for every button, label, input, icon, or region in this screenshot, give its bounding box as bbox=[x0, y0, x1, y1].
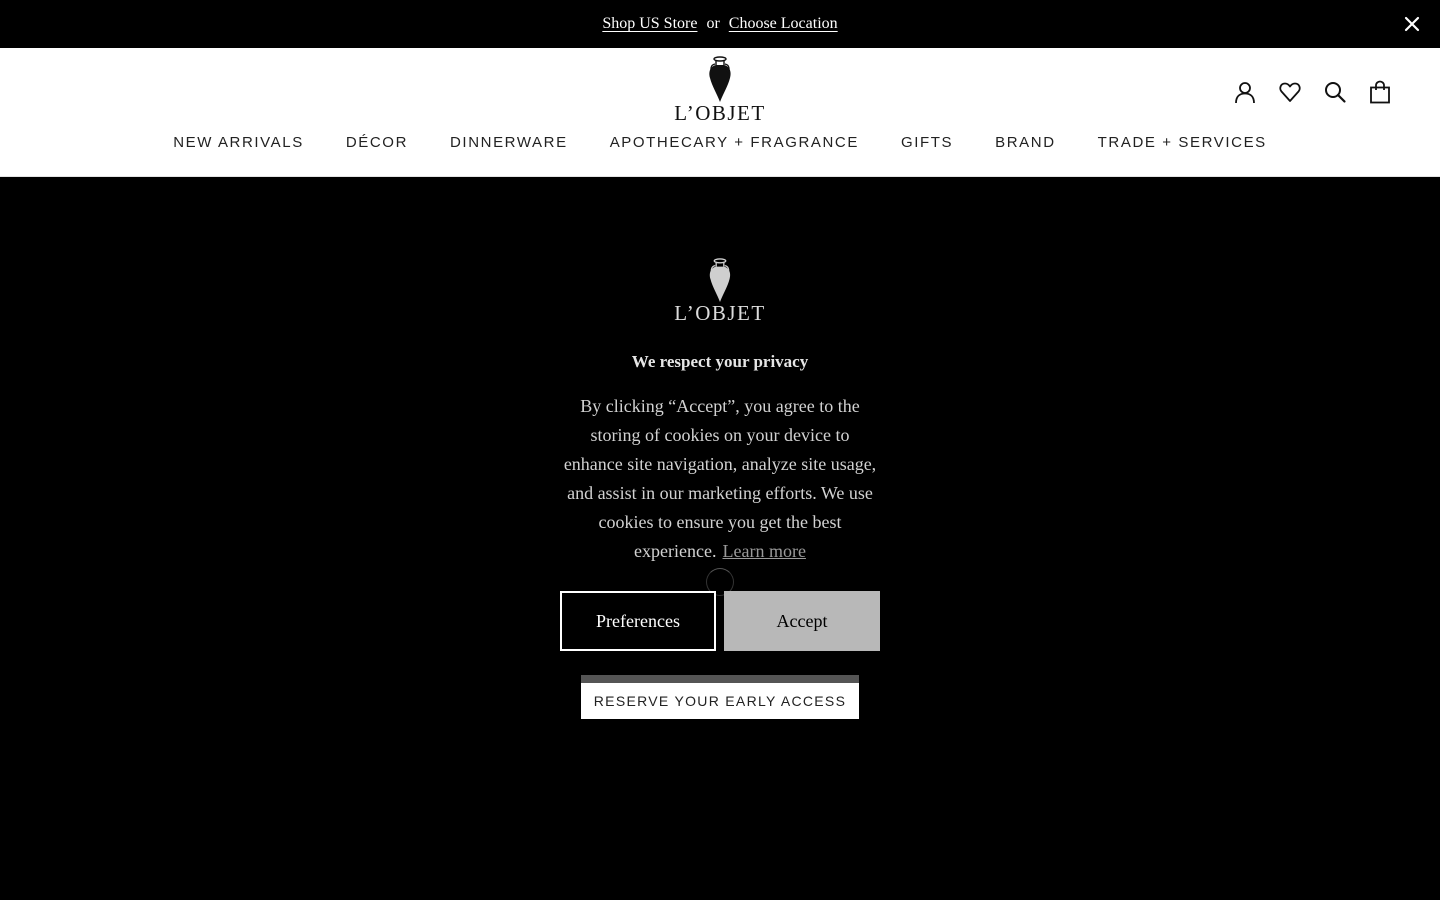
shop-us-store-link[interactable]: Shop US Store bbox=[602, 15, 697, 33]
learn-more-link[interactable]: Learn more bbox=[723, 541, 806, 561]
accept-button[interactable]: Accept bbox=[724, 591, 880, 651]
nav-brand[interactable]: BRAND bbox=[995, 134, 1056, 151]
nav-apothecary-fragrance[interactable]: APOTHECARY + FRAGRANCE bbox=[610, 134, 859, 151]
preferences-button[interactable]: Preferences bbox=[560, 591, 716, 651]
search-icon[interactable] bbox=[1323, 80, 1347, 104]
main-navigation: NEW ARRIVALS DÉCOR DINNERWARE APOTHECARY… bbox=[0, 134, 1440, 151]
site-header: L’OBJET NEW ARRIVALS DÉCOR DINNERWARE AP… bbox=[0, 48, 1440, 177]
amphora-logo-icon bbox=[709, 258, 731, 302]
nav-trade-services[interactable]: TRADE + SERVICES bbox=[1098, 134, 1267, 151]
choose-location-link[interactable]: Choose Location bbox=[729, 15, 838, 33]
site-logo[interactable]: L’OBJET bbox=[674, 56, 764, 126]
consent-title: We respect your privacy bbox=[631, 352, 809, 371]
nav-decor[interactable]: DÉCOR bbox=[346, 134, 408, 151]
nav-dinnerware[interactable]: DINNERWARE bbox=[450, 134, 568, 151]
shopping-bag-icon[interactable] bbox=[1368, 80, 1392, 104]
account-icon[interactable] bbox=[1233, 80, 1257, 104]
nav-gifts[interactable]: GIFTS bbox=[901, 134, 953, 151]
cookie-consent-dialog: L’OBJET We respect your privacy By click… bbox=[560, 258, 880, 651]
consent-logo-wordmark: L’OBJET bbox=[674, 301, 766, 325]
consent-body-text: By clicking “Accept”, you agree to the s… bbox=[563, 396, 877, 561]
consent-body: By clicking “Accept”, you agree to the s… bbox=[560, 392, 880, 566]
or-text: or bbox=[706, 15, 720, 32]
amphora-logo-icon bbox=[709, 56, 731, 102]
logo-wordmark: L’OBJET bbox=[674, 101, 766, 125]
close-icon[interactable] bbox=[1400, 12, 1424, 36]
consent-buttons: Preferences Accept bbox=[560, 591, 880, 651]
wishlist-heart-icon[interactable] bbox=[1278, 80, 1302, 104]
nav-new-arrivals[interactable]: NEW ARRIVALS bbox=[173, 134, 304, 151]
reserve-early-access-button[interactable]: RESERVE YOUR EARLY ACCESS bbox=[581, 675, 859, 719]
header-actions bbox=[1233, 80, 1392, 104]
consent-logo: L’OBJET bbox=[674, 258, 764, 328]
location-bar: Shop US Store or Choose Location bbox=[0, 0, 1440, 48]
